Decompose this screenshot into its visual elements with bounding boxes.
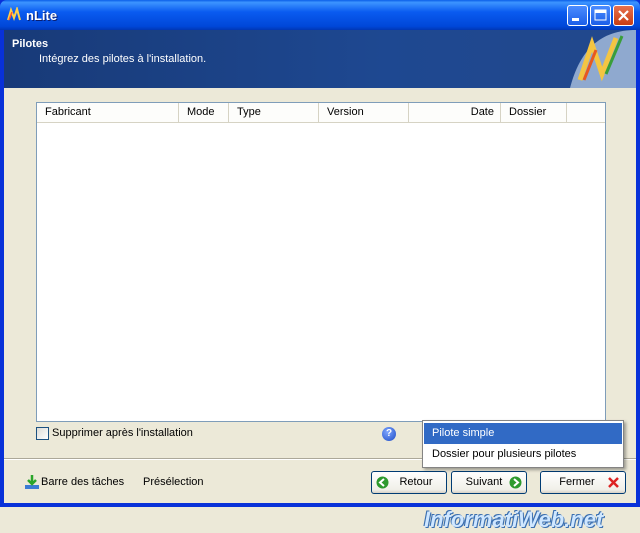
- help-icon[interactable]: ?: [382, 427, 396, 441]
- minimize-icon: [572, 18, 579, 21]
- add-driver-context-menu: Pilote simple Dossier pour plusieurs pil…: [422, 420, 624, 468]
- page-subtitle: Intégrez des pilotes à l'installation.: [39, 53, 207, 65]
- page-header: Pilotes Intégrez des pilotes à l'install…: [4, 30, 636, 88]
- maximize-icon: [594, 9, 607, 21]
- nlite-window: nLite Pilotes Intégrez des pilotes à l'i…: [0, 0, 640, 532]
- page-title: Pilotes: [12, 38, 49, 50]
- nlite-header-logo-icon: [570, 30, 636, 88]
- drivers-list[interactable]: Fabricant Mode Type Version Date Dossier: [36, 102, 606, 422]
- next-label: Suivant: [465, 476, 503, 488]
- taskbar-link[interactable]: Barre des tâches: [41, 476, 124, 488]
- nlite-logo-icon: [7, 7, 21, 21]
- watermark-text: InformatiWeb.net: [424, 507, 604, 532]
- list-header: Fabricant Mode Type Version Date Dossier: [37, 103, 605, 123]
- close-button[interactable]: Fermer: [540, 471, 626, 494]
- close-icon: [618, 10, 629, 21]
- back-label: Retour: [399, 476, 433, 488]
- close-window-button[interactable]: [613, 5, 634, 26]
- delete-after-install-label: Supprimer après l'installation: [52, 427, 193, 439]
- column-header-fabricant[interactable]: Fabricant: [37, 103, 179, 122]
- close-x-icon: [608, 477, 619, 488]
- taskbar-download-icon[interactable]: [24, 474, 40, 490]
- back-arrow-icon: [376, 476, 389, 489]
- next-arrow-icon: [509, 476, 522, 489]
- window-title: nLite: [26, 8, 58, 23]
- maximize-button[interactable]: [590, 5, 611, 26]
- title-bar[interactable]: nLite: [0, 0, 640, 30]
- wizard-content: Pilotes Intégrez des pilotes à l'install…: [4, 30, 636, 532]
- column-header-type[interactable]: Type: [229, 103, 319, 122]
- column-header-dossier[interactable]: Dossier: [501, 103, 567, 122]
- column-header-version[interactable]: Version: [319, 103, 409, 122]
- next-button[interactable]: Suivant: [451, 471, 527, 494]
- close-label: Fermer: [559, 476, 595, 488]
- menu-item-multiple-drivers-folder[interactable]: Dossier pour plusieurs pilotes: [424, 444, 622, 465]
- delete-after-install-checkbox[interactable]: [36, 427, 49, 440]
- minimize-button[interactable]: [567, 5, 588, 26]
- back-button[interactable]: Retour: [371, 471, 447, 494]
- menu-item-single-driver[interactable]: Pilote simple: [424, 423, 622, 444]
- column-header-date[interactable]: Date: [409, 103, 501, 122]
- column-header-mode[interactable]: Mode: [179, 103, 229, 122]
- preset-link[interactable]: Présélection: [143, 476, 204, 488]
